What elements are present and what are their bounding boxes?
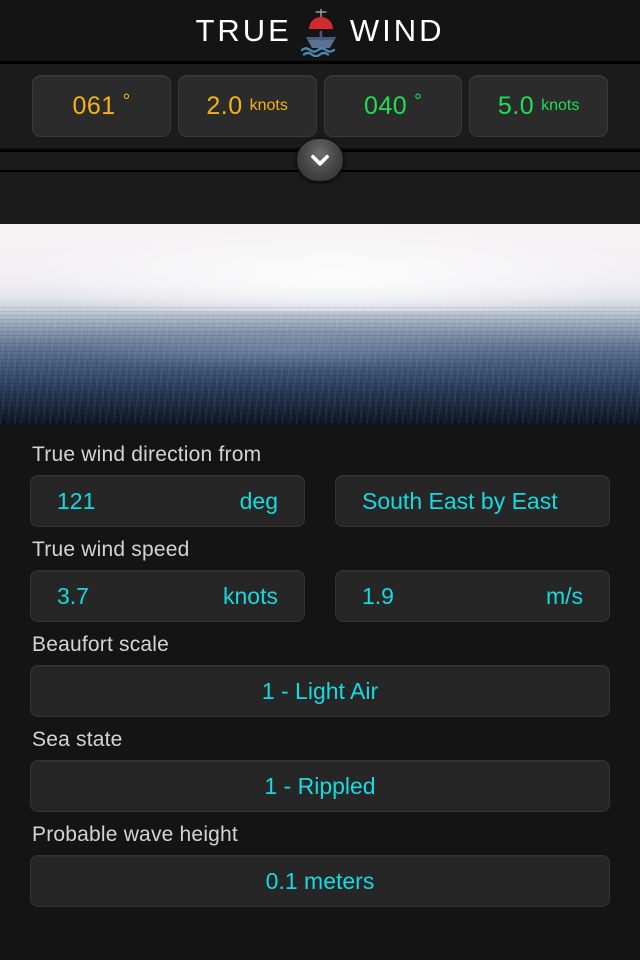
app-logo: TRUE WIND (195, 6, 445, 57)
water-glint (51, 334, 576, 374)
readout-unit: ° (414, 91, 422, 112)
field-group-wave-height: Probable wave height 0.1 meters (0, 814, 640, 907)
field-group-direction: True wind direction from 121 deg South E… (0, 434, 640, 527)
readout-value: 061 (72, 91, 116, 120)
readout-value: 2.0 (206, 91, 243, 120)
readout-heading[interactable]: 040 ° (323, 75, 463, 137)
speed-knots-value: 3.7 (57, 582, 89, 609)
label-true-wind-direction: True wind direction from (32, 443, 262, 466)
wave-height-value: 0.1 meters (265, 867, 375, 894)
field-speed-ms[interactable]: 1.9 m/s (335, 570, 610, 622)
direction-degrees-unit: deg (239, 487, 278, 514)
label-probable-wave-height: Probable wave height (32, 823, 238, 846)
brand-word-true: TRUE (195, 13, 292, 48)
field-direction-compass-point[interactable]: South East by East (335, 475, 610, 527)
chevron-down-icon (307, 147, 333, 173)
field-sea-state-value[interactable]: 1 - Rippled (30, 760, 610, 812)
direction-compass-value: South East by East (362, 487, 558, 514)
disclosure-strip (0, 138, 640, 224)
sky-haze (0, 224, 640, 312)
sea-hero-image (0, 224, 640, 424)
readout-apparent-wind-speed[interactable]: 2.0 knots (177, 75, 317, 137)
row-speed: 3.7 knots 1.9 m/s (30, 570, 610, 622)
direction-degrees-value: 121 (57, 487, 96, 514)
readout-unit: knots (541, 97, 580, 114)
field-group-sea-state: Sea state 1 - Rippled (0, 719, 640, 812)
row-direction: 121 deg South East by East (30, 475, 610, 527)
readout-apparent-wind-direction[interactable]: 061 ° (32, 75, 171, 137)
readout-unit: ° (122, 91, 131, 112)
ship-icon (294, 7, 348, 57)
readout-value: 040 (363, 91, 408, 120)
sea-state-value: 1 - Rippled (264, 772, 376, 799)
field-direction-degrees[interactable]: 121 deg (30, 475, 305, 527)
readout-unit: knots (249, 97, 288, 114)
label-sea-state: Sea state (32, 728, 123, 751)
true-wind-app: TRUE WIND 061 ° 2.0 knots 040 ° 5.0 knot… (0, 0, 640, 960)
details-panel: True wind direction from 121 deg South E… (0, 424, 640, 907)
field-group-speed: True wind speed 3.7 knots 1.9 m/s (0, 529, 640, 622)
field-speed-knots[interactable]: 3.7 knots (30, 570, 305, 622)
label-beaufort-scale: Beaufort scale (32, 633, 170, 656)
expand-inputs-button[interactable] (296, 138, 344, 182)
speed-knots-unit: knots (223, 582, 278, 609)
beaufort-value: 1 - Light Air (261, 677, 379, 704)
field-beaufort-value[interactable]: 1 - Light Air (30, 665, 610, 717)
readout-value: 5.0 (497, 91, 535, 120)
label-true-wind-speed: True wind speed (32, 538, 190, 561)
readout-boat-speed[interactable]: 5.0 knots (469, 75, 608, 137)
speed-ms-value: 1.9 (362, 582, 394, 609)
app-header: TRUE WIND (0, 0, 640, 64)
field-wave-height-value[interactable]: 0.1 meters (30, 855, 610, 907)
brand-word-wind: WIND (349, 13, 445, 48)
speed-ms-unit: m/s (545, 582, 583, 609)
field-group-beaufort: Beaufort scale 1 - Light Air (0, 624, 640, 717)
